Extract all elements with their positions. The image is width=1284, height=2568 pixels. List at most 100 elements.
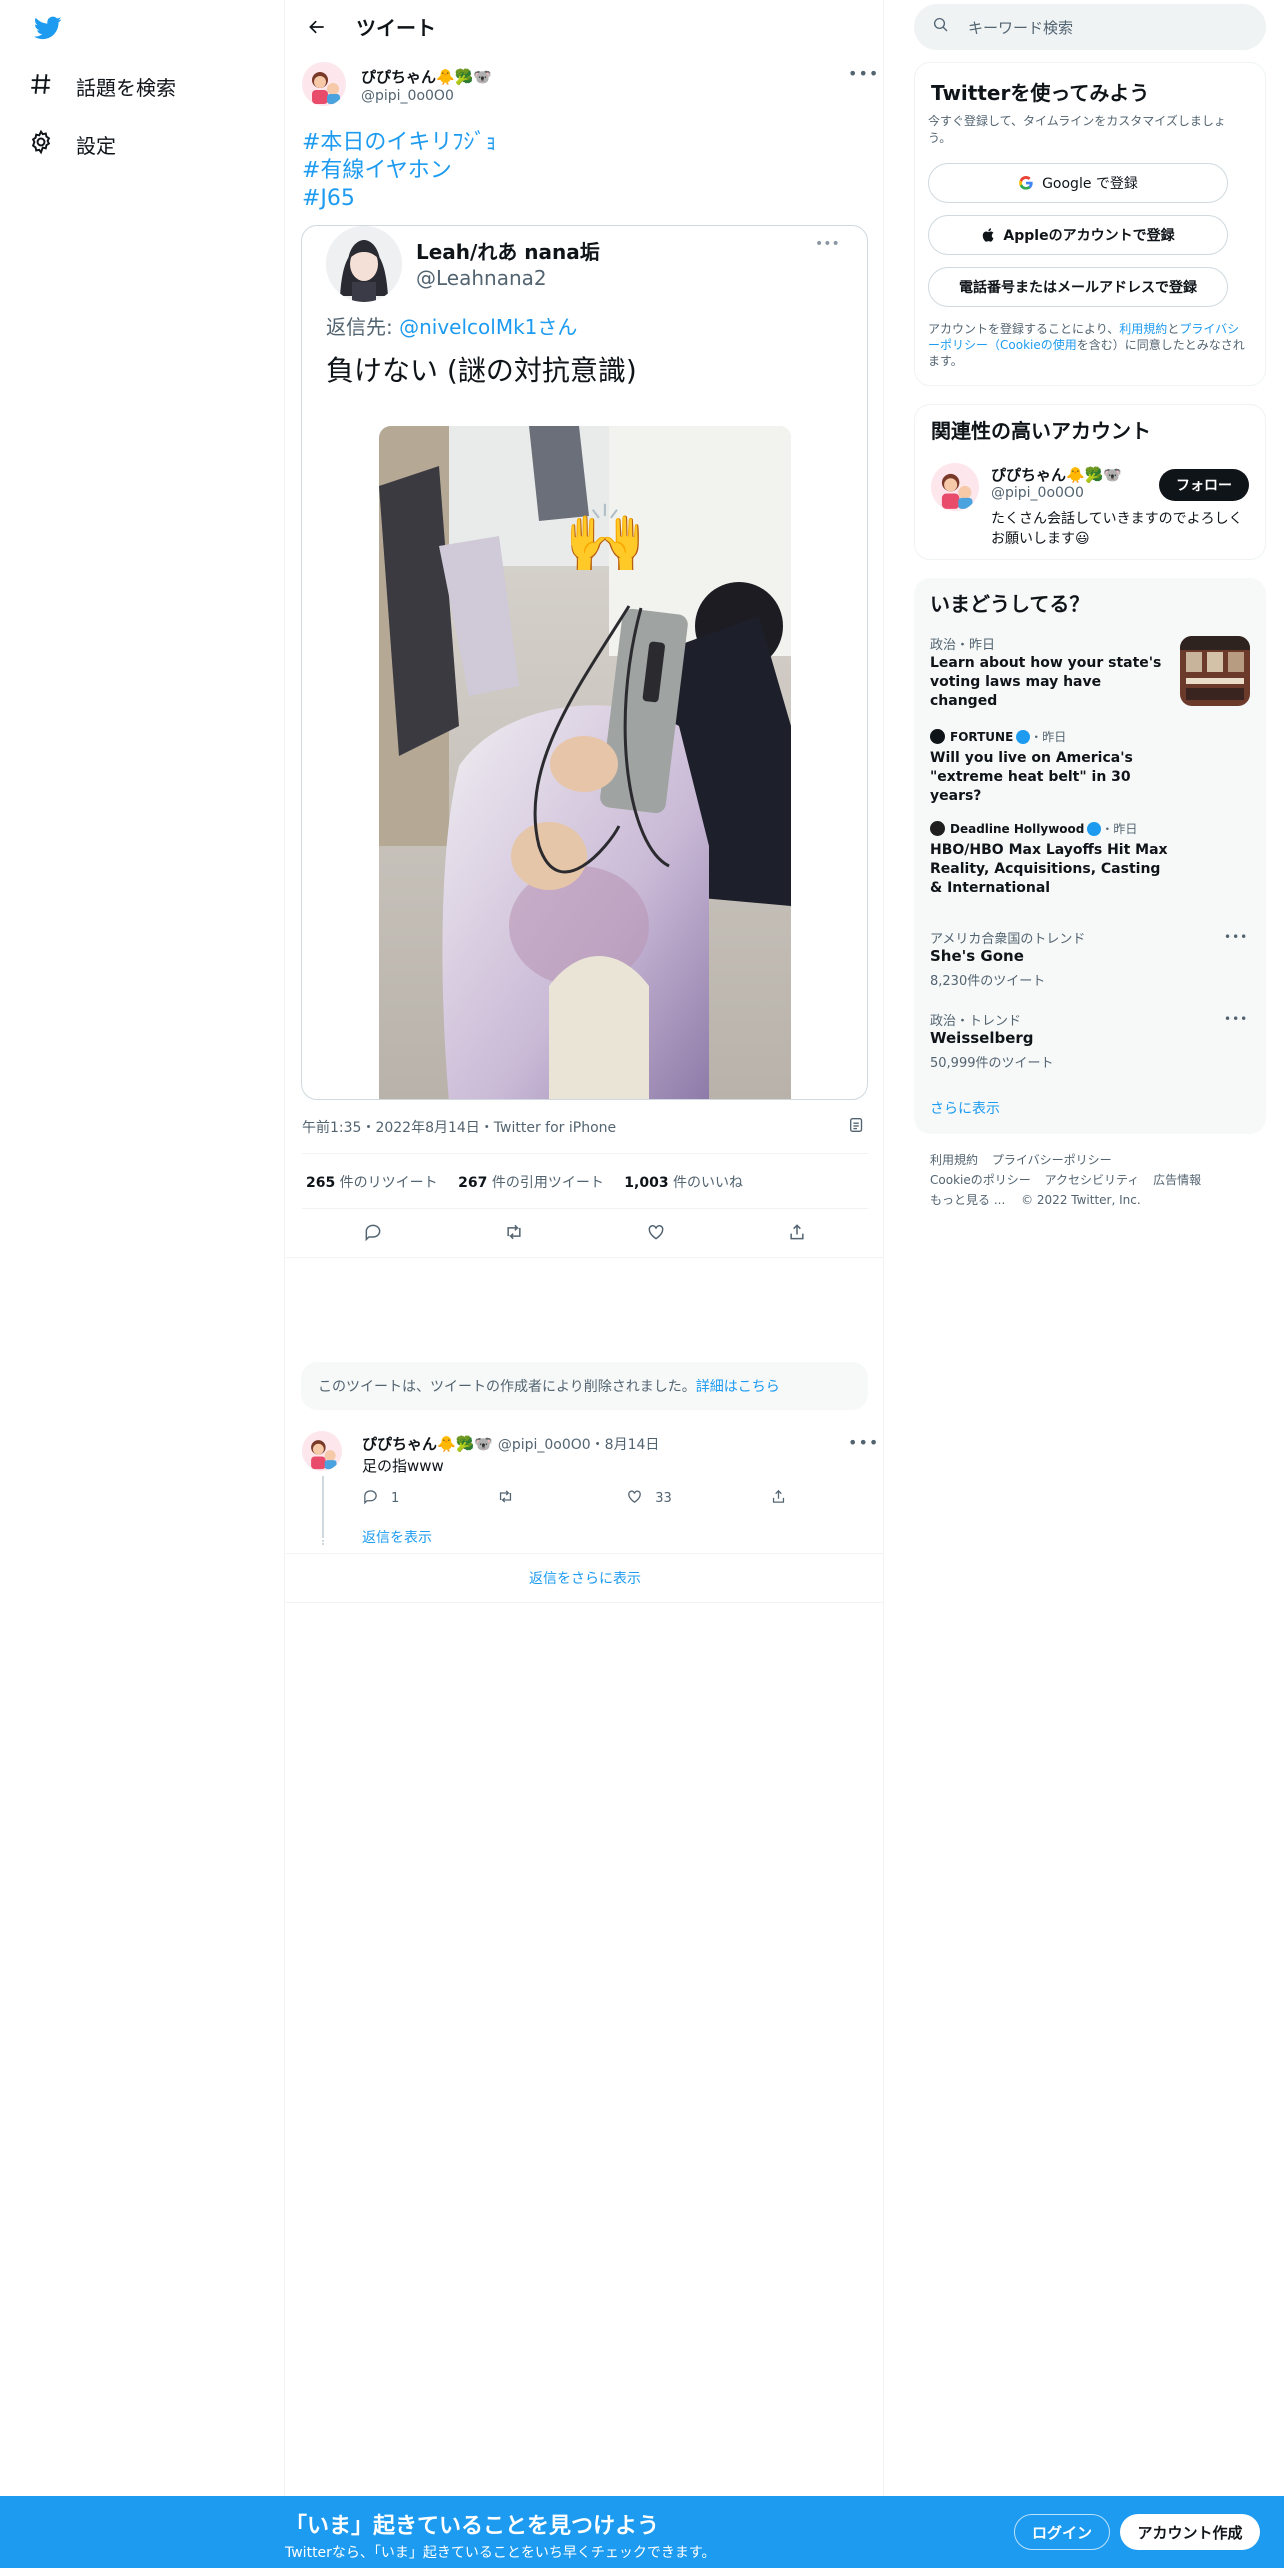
likes-stat[interactable]: 1,003 件のいいね — [624, 1175, 743, 1191]
reply-text: 足の指www — [362, 1457, 444, 1475]
relevant-bio: たくさん会話していきますのでよろしくお願いします😃 — [991, 511, 1243, 547]
like-icon[interactable] — [646, 1222, 666, 1246]
quoted-tweet-card[interactable]: Leah/れあ nana垢 @Leahnana2 ••• 返信先: @nivel… — [301, 225, 868, 1100]
hashtag-link[interactable]: #本日のイキリﾌｼﾞｮ — [302, 129, 496, 157]
reply-more-icon[interactable]: ••• — [848, 1433, 879, 1452]
tweet-timestamp[interactable]: 午前1:35・2022年8月14日・Twitter for iPhone — [302, 1117, 616, 1137]
follow-button[interactable]: フォロー — [1159, 469, 1249, 501]
fortune-logo-icon — [930, 729, 945, 744]
deleted-tweet-notice: このツイートは、ツイートの作成者により削除されました。 詳細はこちら — [301, 1362, 868, 1410]
footer-ads-link[interactable]: 広告情報 — [1153, 1173, 1201, 1187]
tweet-author-name[interactable]: ぴぴちゃん🐥🥦🐨 — [361, 66, 492, 87]
signup-terms: アカウントを登録することにより、利用規約とプライバシーポリシー（Cookieの使… — [928, 322, 1245, 368]
page-header: ツイート — [286, 0, 884, 53]
reply-prefix: 返信先: — [326, 315, 400, 339]
trend-more-icon[interactable]: ••• — [1224, 930, 1248, 944]
retweets-stat[interactable]: 265 件のリツイート — [306, 1175, 438, 1191]
gear-icon — [28, 129, 76, 160]
learn-more-link[interactable]: 詳細はこちら — [696, 1376, 780, 1396]
quoted-photo[interactable]: 🙌 — [379, 426, 791, 1099]
divider — [286, 1257, 884, 1258]
avatar[interactable] — [302, 62, 346, 106]
share-icon[interactable] — [787, 1222, 807, 1246]
svg-text:🙌: 🙌 — [564, 500, 646, 577]
quoted-author-name[interactable]: Leah/れあ nana垢 — [416, 236, 600, 265]
like-count: 33 — [655, 1491, 672, 1506]
quoted-more-icon[interactable]: ••• — [815, 236, 840, 252]
verified-icon — [1016, 729, 1031, 744]
trends-title: いまどうしてる？ — [930, 592, 1090, 616]
apple-icon — [981, 227, 997, 243]
twitter-logo-icon[interactable] — [32, 14, 64, 42]
apple-signup-button[interactable]: Appleのアカウントで登録 — [928, 215, 1228, 255]
footer-privacy-link[interactable]: プライバシーポリシー — [992, 1153, 1112, 1167]
quoted-reply-line: 返信先: @nivelcolMk1さん — [326, 311, 577, 340]
create-account-button[interactable]: アカウント作成 — [1120, 2514, 1260, 2550]
sidebar-footer: 利用規約 プライバシーポリシー Cookieのポリシー アクセシビリティ 広告情… — [930, 1150, 1260, 1210]
terms-link[interactable]: 利用規約 — [1119, 322, 1167, 336]
relevant-accounts-card: 関連性の高いアカウント ぴぴちゃん🐥🥦🐨 @pipi_0o0O0 フォロー たく… — [914, 404, 1266, 560]
quoted-avatar[interactable] — [326, 226, 402, 302]
relevant-handle[interactable]: @pipi_0o0O0 — [991, 485, 1084, 501]
retweet-icon[interactable] — [497, 1488, 514, 1509]
login-button[interactable]: ログイン — [1014, 2514, 1110, 2550]
reply-count: 1 — [391, 1491, 400, 1506]
signup-subtitle: 今すぐ登録して、タイムラインをカスタマイズしましょう。 — [928, 114, 1226, 145]
share-icon[interactable] — [770, 1488, 787, 1509]
reply-actions: 1 33 — [362, 1488, 787, 1509]
reply-to-link[interactable]: @nivelcolMk1さん — [399, 315, 577, 339]
tweet-hashtags: #本日のイキリﾌｼﾞｮ #有線イヤホン #J65 — [302, 129, 496, 213]
tweet-author-handle[interactable]: @pipi_0o0O0 — [361, 88, 454, 104]
reply-avatar[interactable] — [302, 1431, 342, 1471]
nav-settings-label: 設定 — [76, 133, 116, 158]
trend-item[interactable]: Deadline Hollywood ・昨日 HBO/HBO Max Layof… — [914, 820, 1266, 910]
search-icon — [932, 16, 950, 38]
phone-email-signup-button[interactable]: 電話番号またはメールアドレスで登録 — [928, 267, 1228, 307]
retweet-icon[interactable] — [504, 1222, 524, 1246]
quoted-author-handle[interactable]: @Leahnana2 — [416, 266, 547, 290]
footer-terms-link[interactable]: 利用規約 — [930, 1153, 978, 1167]
show-more-replies-link[interactable]: 返信をさらに表示 — [286, 1568, 884, 1588]
reply-meta[interactable]: @pipi_0o0O0・8月14日 — [498, 1437, 660, 1453]
reply-author-name[interactable]: ぴぴちゃん🐥🥦🐨 — [362, 1435, 493, 1453]
reply-icon[interactable] — [363, 1222, 383, 1246]
divider — [286, 1602, 884, 1603]
footer-copyright: © 2022 Twitter, Inc. — [1021, 1193, 1141, 1207]
verified-icon — [1087, 821, 1102, 836]
show-more-trends-link[interactable]: さらに表示 — [930, 1098, 1000, 1118]
footer-accessibility-link[interactable]: アクセシビリティ — [1045, 1173, 1140, 1187]
left-navigation: 話題を検索 設定 — [0, 0, 285, 2500]
hashtag-link[interactable]: #J65 — [302, 185, 496, 213]
quotes-stat[interactable]: 267 件の引用ツイート — [458, 1175, 604, 1191]
reply-header: ぴぴちゃん🐥🥦🐨 @pipi_0o0O0・8月14日 — [362, 1433, 659, 1454]
trend-item[interactable]: FORTUNE ・昨日 Will you live on America's "… — [914, 728, 1266, 808]
reply-icon[interactable] — [362, 1488, 379, 1509]
deleted-notice-text: このツイートは、ツイートの作成者により削除されました。 — [318, 1379, 696, 1395]
more-options-icon[interactable]: ••• — [848, 64, 879, 83]
deadline-logo-icon — [930, 821, 945, 836]
trend-item[interactable]: 政治・トレンド Weisselberg 50,999件のツイート ••• — [914, 1010, 1266, 1080]
trend-item[interactable]: 政治・昨日 Learn about how your state's votin… — [914, 634, 1266, 718]
nav-explore[interactable]: 話題を検索 — [28, 64, 176, 108]
show-replies-link[interactable]: 返信を表示 — [362, 1527, 432, 1547]
like-icon[interactable] — [626, 1488, 643, 1509]
google-signup-button[interactable]: Google で登録 — [928, 163, 1228, 203]
footer-more-link[interactable]: もっと見る ... — [930, 1193, 1005, 1207]
signup-title: Twitterを使ってみよう — [931, 81, 1150, 105]
back-arrow-icon[interactable] — [300, 10, 334, 44]
trend-item[interactable]: アメリカ合衆国のトレンド She's Gone 8,230件のツイート ••• — [914, 928, 1266, 998]
search-box[interactable]: キーワード検索 — [914, 4, 1266, 50]
relevant-avatar[interactable] — [931, 463, 979, 511]
quoted-text: 負けない (謎の対抗意識) — [326, 354, 637, 387]
trends-card: いまどうしてる？ 政治・昨日 Learn about how your stat… — [914, 578, 1266, 1134]
relevant-name[interactable]: ぴぴちゃん🐥🥦🐨 — [991, 464, 1122, 485]
footer-cookie-link[interactable]: Cookieのポリシー — [930, 1173, 1031, 1187]
nav-settings[interactable]: 設定 — [28, 122, 116, 166]
signup-card: Twitterを使ってみよう 今すぐ登録して、タイムラインをカスタマイズしましょ… — [914, 62, 1266, 386]
hashtag-link[interactable]: #有線イヤホン — [302, 157, 496, 185]
analytics-icon[interactable] — [848, 1116, 866, 1138]
divider — [302, 1208, 868, 1209]
main-column: ツイート ぴぴちゃん🐥🥦🐨 @pipi_0o0O0 ••• #本日のイキリﾌｼﾞ… — [286, 0, 884, 2500]
trend-more-icon[interactable]: ••• — [1224, 1012, 1248, 1026]
hashtag-icon — [28, 71, 76, 102]
